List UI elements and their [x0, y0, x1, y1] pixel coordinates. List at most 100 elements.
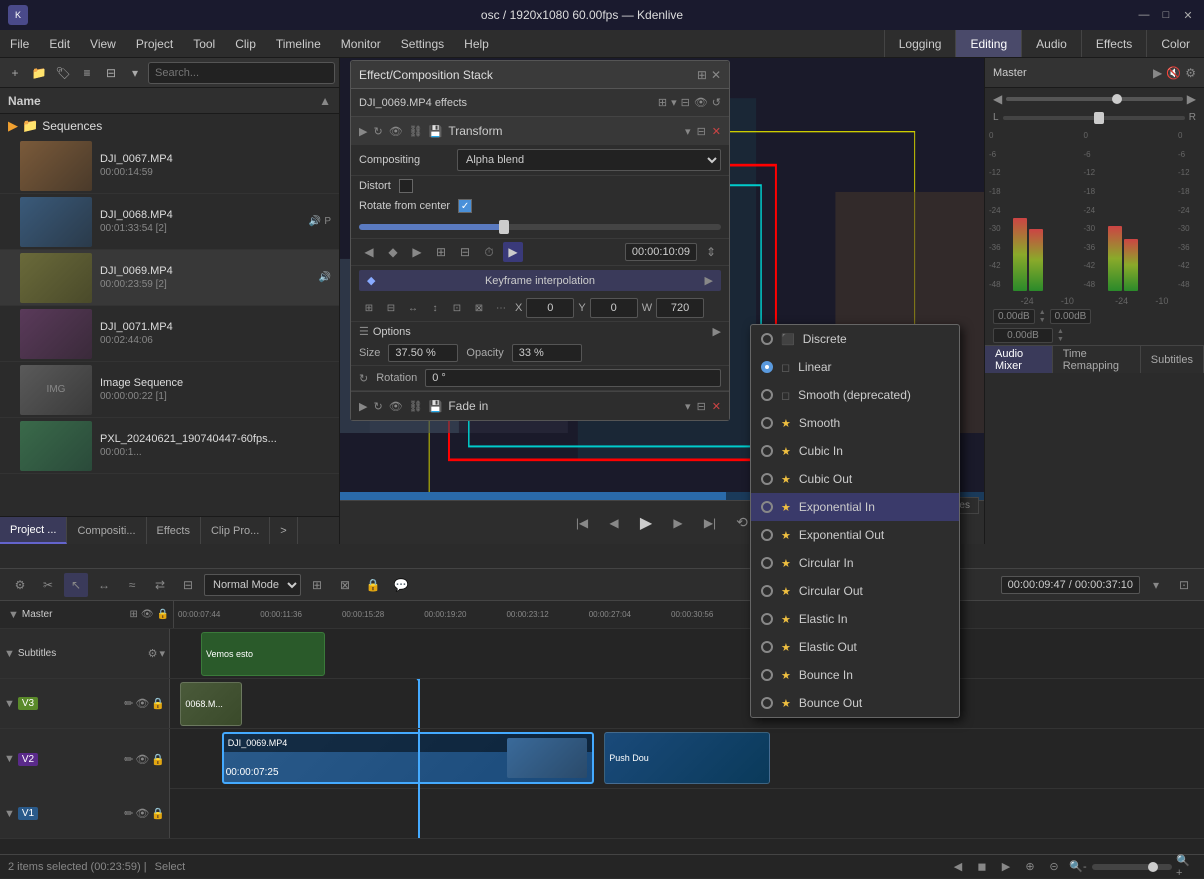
radio-cubic-in[interactable]: [761, 445, 773, 457]
tab-subtitles[interactable]: Subtitles: [1141, 346, 1204, 373]
subtitle-clip[interactable]: Vemos esto: [201, 632, 325, 676]
tl-time-current[interactable]: 00:00:09:47 / 00:00:37:10: [1001, 576, 1140, 594]
dropdown-item-elastic-out[interactable]: ★ Elastic Out: [751, 633, 959, 661]
fade-expand-btn[interactable]: ▾: [685, 400, 691, 413]
float-button[interactable]: ⊞: [697, 68, 707, 82]
dropdown-item-circular-out[interactable]: ★ Circular Out: [751, 577, 959, 605]
fit-btn[interactable]: ⊡: [447, 298, 467, 318]
master-settings-btn[interactable]: ⚙: [1185, 66, 1196, 80]
transform-more-btn[interactable]: ⊟: [697, 125, 706, 138]
menu-view[interactable]: View: [80, 30, 126, 57]
tl-more-btn[interactable]: ▾: [1144, 573, 1168, 597]
tl-move-btn[interactable]: ↔: [92, 573, 116, 597]
tag-button[interactable]: 🏷: [52, 62, 74, 84]
v3-btn-pencil[interactable]: ✏: [124, 697, 133, 710]
v1-btn-lock[interactable]: 🔒: [151, 807, 165, 820]
tab-compositing[interactable]: Compositi...: [67, 517, 146, 544]
radio-elastic-in[interactable]: [761, 613, 773, 625]
dropdown-item-discrete[interactable]: ⬛ Discrete: [751, 325, 959, 353]
master-track-btn2[interactable]: 👁: [141, 609, 154, 620]
vol-down-btn[interactable]: ◀: [993, 92, 1002, 106]
tl-snap-btn[interactable]: ⊠: [333, 573, 357, 597]
tab-time-remapping[interactable]: Time Remapping: [1053, 346, 1141, 373]
tl-group-btn[interactable]: ⊞: [305, 573, 329, 597]
dropdown-item-linear[interactable]: ◻ Linear: [751, 353, 959, 381]
l-fader-thumb[interactable]: [1094, 112, 1104, 124]
db-master-down[interactable]: ▼: [1057, 336, 1064, 343]
radio-linear[interactable]: [761, 361, 773, 373]
add-clip-button[interactable]: +: [4, 62, 26, 84]
list-item[interactable]: DJI_0069.MP4 00:00:23:59 [2] 🔊: [0, 250, 339, 306]
slider-track[interactable]: [359, 224, 721, 230]
more-btn[interactable]: ⋯: [491, 298, 511, 318]
transform-animate-btn[interactable]: ↻: [373, 125, 382, 138]
tl-slip-btn[interactable]: ⇄: [148, 573, 172, 597]
db-up-arrow[interactable]: ▲: [1039, 309, 1046, 316]
master-mute-btn[interactable]: 🔇: [1166, 66, 1181, 80]
dropdown-item-circular-in[interactable]: ★ Circular In: [751, 549, 959, 577]
transform-link-btn[interactable]: ⛓: [409, 125, 423, 138]
copy-kf-btn[interactable]: ⊞: [431, 242, 451, 262]
v3-clip[interactable]: 0068.M...: [180, 682, 242, 726]
master-expand-btn[interactable]: ▶: [1153, 66, 1162, 80]
maximize-button[interactable]: □: [1158, 7, 1174, 23]
play-button[interactable]: ▶: [634, 511, 658, 535]
vol-up-btn[interactable]: ▶: [1187, 92, 1196, 106]
tab-project[interactable]: Project ...: [0, 517, 67, 544]
status-add-btn[interactable]: ⊕: [1020, 857, 1040, 877]
v2-main-clip[interactable]: DJI_0069.MP4 00:00:07:25: [222, 732, 594, 784]
tl-settings-btn[interactable]: ⚙: [8, 573, 32, 597]
transform-eye-btn[interactable]: 👁: [389, 125, 403, 138]
search-input[interactable]: [148, 62, 335, 84]
v1-expand[interactable]: ▼: [4, 808, 15, 820]
fade-delete-btn[interactable]: ✕: [712, 400, 721, 413]
menu-timeline[interactable]: Timeline: [266, 30, 331, 57]
dropdown-item-exponential-in[interactable]: ★ Exponential In: [751, 493, 959, 521]
master-track-btn3[interactable]: 🔒: [157, 609, 169, 620]
zoom-slider[interactable]: [1092, 864, 1172, 870]
folder-sequences[interactable]: ▶ 📁 Sequences: [0, 114, 339, 138]
tab-editing[interactable]: Editing: [955, 30, 1021, 57]
w-input[interactable]: [656, 298, 704, 318]
rotation-input[interactable]: [425, 369, 721, 387]
db-arrows-left[interactable]: ▲ ▼: [1039, 309, 1046, 324]
transform-save-btn[interactable]: 💾: [429, 125, 443, 138]
play-kf-btn[interactable]: ▶: [503, 242, 523, 262]
slider-thumb[interactable]: [499, 220, 509, 234]
list-item[interactable]: IMG Image Sequence 00:00:00:22 [1]: [0, 362, 339, 418]
fill-btn[interactable]: ⊠: [469, 298, 489, 318]
flip-v-btn[interactable]: ↕: [425, 298, 445, 318]
sort-button[interactable]: ▾: [124, 62, 146, 84]
v2-btn-eye[interactable]: 👁: [135, 753, 149, 766]
menu-edit[interactable]: Edit: [39, 30, 80, 57]
paste-kf-btn[interactable]: ⊟: [455, 242, 475, 262]
tab-effects[interactable]: Effects: [1081, 30, 1146, 57]
compositing-select[interactable]: Alpha blend: [457, 149, 721, 171]
close-button[interactable]: ✕: [1180, 7, 1196, 23]
subtitles-expand[interactable]: ▼: [4, 648, 15, 660]
transform-delete-btn[interactable]: ✕: [712, 125, 721, 138]
v2-expand[interactable]: ▼: [4, 753, 15, 765]
size-input[interactable]: [388, 344, 458, 362]
status-prev-btn[interactable]: ◀: [948, 857, 968, 877]
subtitles-btn1[interactable]: ⚙: [148, 647, 158, 660]
tab-audio[interactable]: Audio: [1021, 30, 1081, 57]
minimize-button[interactable]: —: [1136, 7, 1152, 23]
tab-effects[interactable]: Effects: [147, 517, 201, 544]
tab-audio-mixer[interactable]: Audio Mixer: [985, 346, 1053, 373]
list-item[interactable]: PXL_20240621_190740447-60fps... 00:00:1.…: [0, 418, 339, 474]
close-button[interactable]: ✕: [711, 68, 721, 82]
radio-elastic-out[interactable]: [761, 641, 773, 653]
dropdown-item-bounce-out[interactable]: ★ Bounce Out: [751, 689, 959, 717]
v1-btn-eye[interactable]: 👁: [135, 807, 149, 820]
tl-mode-select[interactable]: Normal Mode: [204, 574, 301, 596]
tl-select-btn[interactable]: ↖: [64, 573, 88, 597]
menu-clip[interactable]: Clip: [225, 30, 266, 57]
dji-grid-btn[interactable]: ⊟: [681, 96, 690, 109]
l-fader[interactable]: [1003, 116, 1185, 120]
dropdown-item-elastic-in[interactable]: ★ Elastic In: [751, 605, 959, 633]
fade-animate-btn[interactable]: ↻: [373, 400, 382, 413]
menu-project[interactable]: Project: [126, 30, 183, 57]
master-slider-thumb[interactable]: [1112, 94, 1122, 104]
tl-subtitle-btn[interactable]: 💬: [389, 573, 413, 597]
